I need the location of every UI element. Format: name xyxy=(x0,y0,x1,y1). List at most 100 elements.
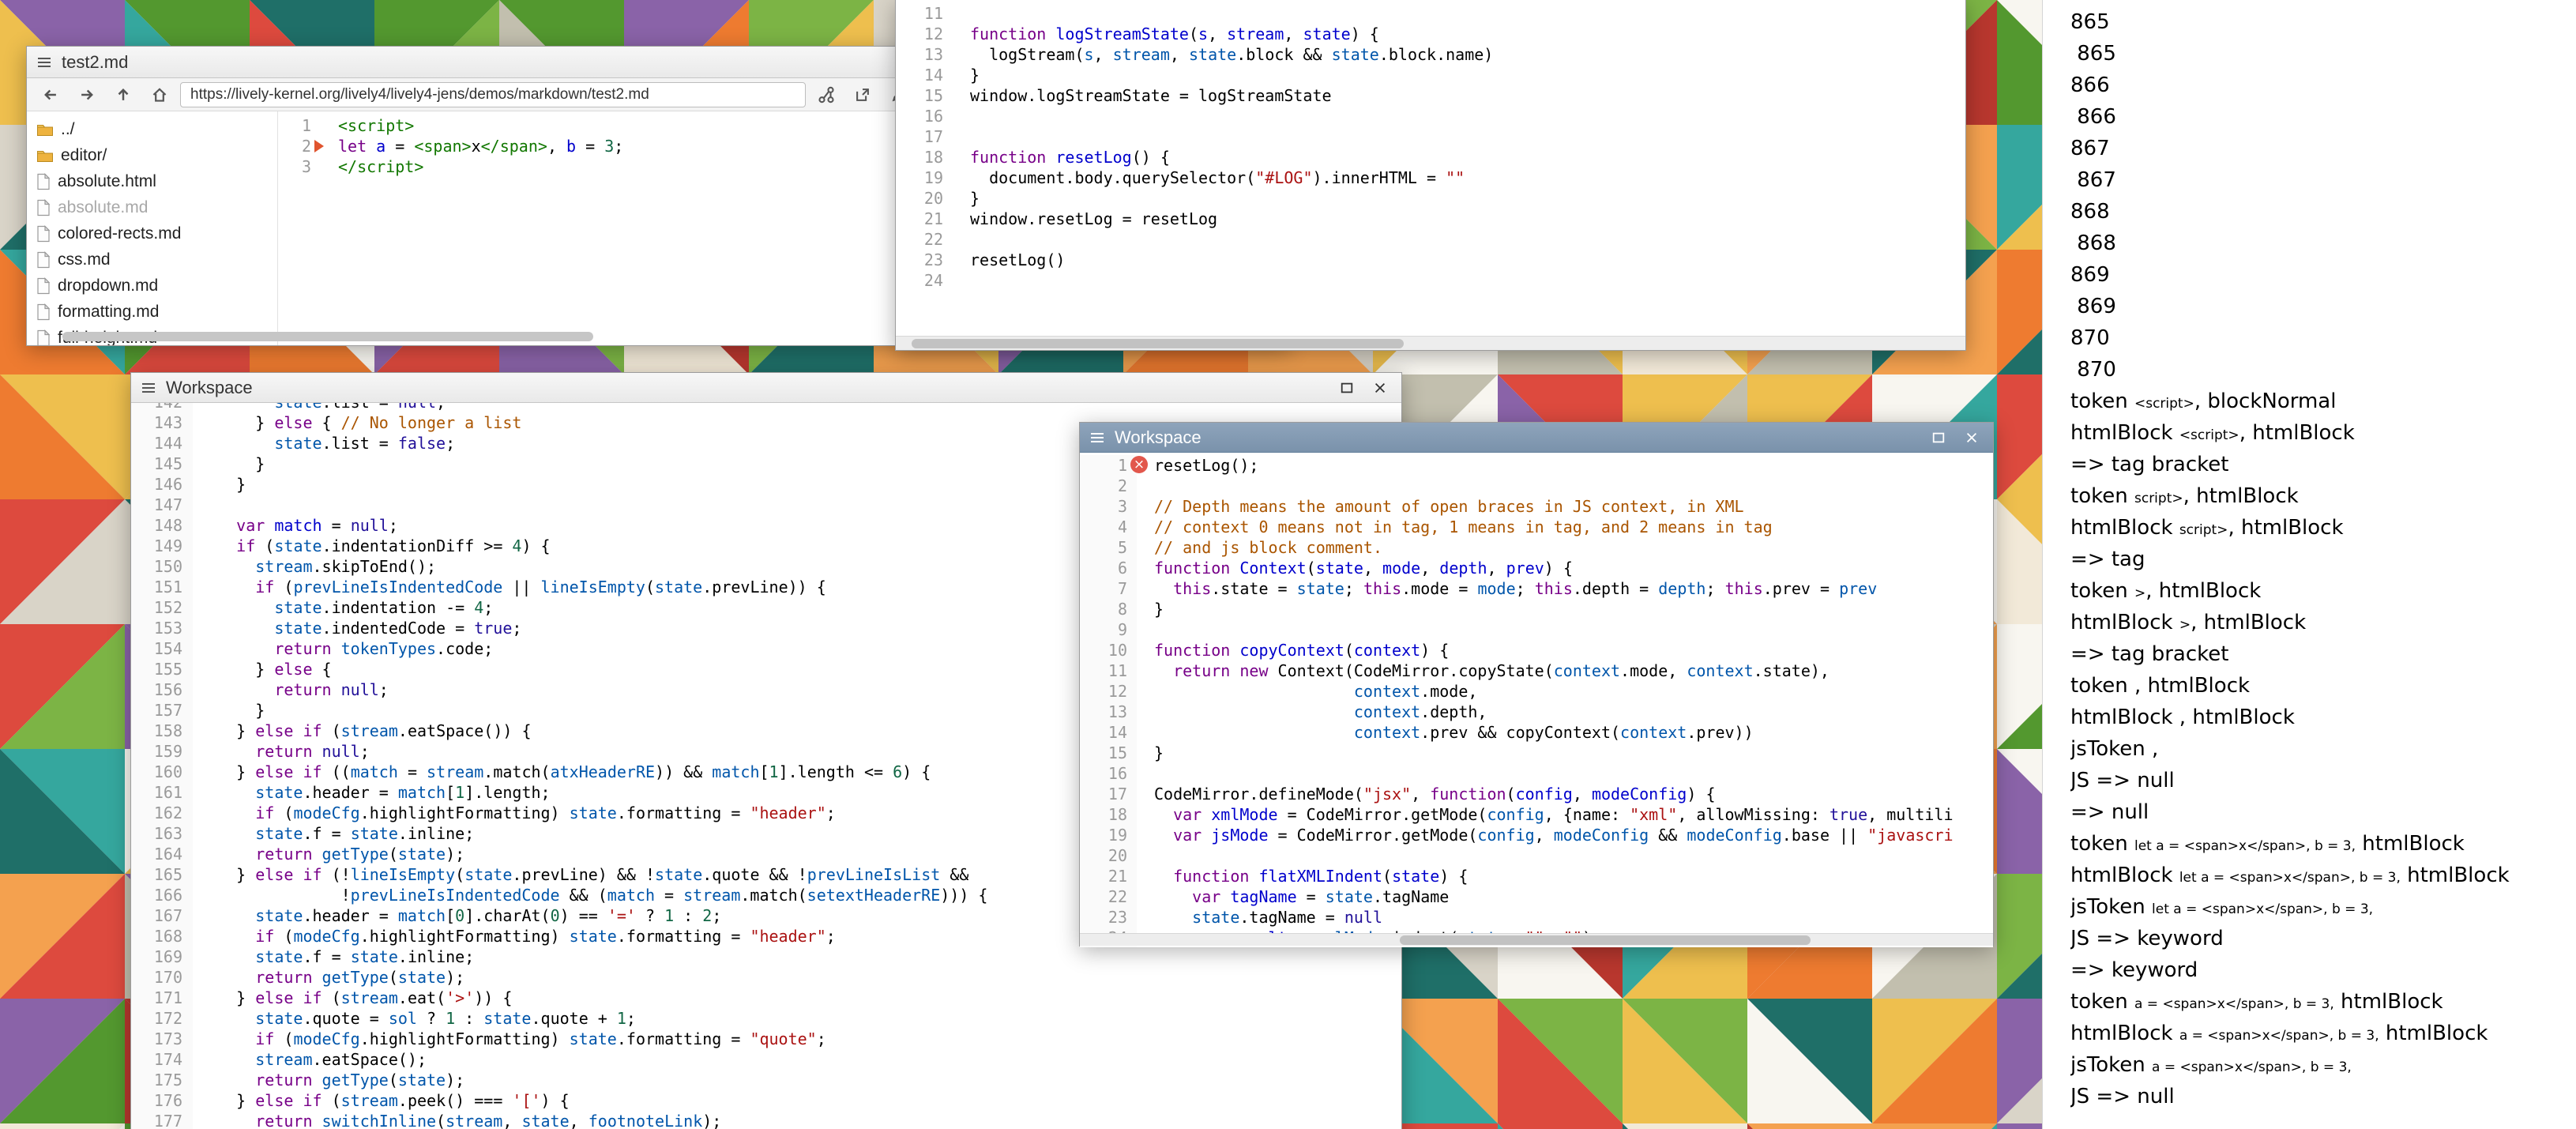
file-item[interactable]: ../ xyxy=(27,116,277,142)
line-number: 145 xyxy=(131,453,193,474)
code-line: 176 } else if (stream.peek() === '[') { xyxy=(131,1090,1401,1111)
forward-button[interactable] xyxy=(71,81,103,108)
code-text xyxy=(951,106,970,126)
code-text: state.tagName = null xyxy=(1137,907,1382,928)
line-number: 169 xyxy=(131,946,193,967)
code-line: 173 if (modeCfg.highlightFormatting) sta… xyxy=(131,1029,1401,1049)
log-line: htmlBlock <script>, htmlBlock xyxy=(2070,417,2576,449)
code-line: 15window.logStreamState = logStreamState xyxy=(896,85,1965,106)
line-number: 16 xyxy=(1080,763,1137,784)
code-text: var xmlMode = CodeMirror.getMode(config,… xyxy=(1137,804,1954,825)
maximize-icon[interactable] xyxy=(1335,376,1359,400)
code-line: 19 document.body.querySelector("#LOG").i… xyxy=(896,167,1965,188)
close-icon[interactable] xyxy=(1960,426,1984,450)
back-button[interactable] xyxy=(35,81,66,108)
code-text: } xyxy=(193,453,265,474)
file-item[interactable]: dropdown.md xyxy=(27,273,277,299)
workspace-right-hscrollbar[interactable] xyxy=(1080,933,1993,946)
code-line: 22 xyxy=(896,229,1965,250)
file-item[interactable]: colored-rects.md xyxy=(27,220,277,246)
log-line: JS => keyword xyxy=(2070,923,2576,954)
code-text: function Context(state, mode, depth, pre… xyxy=(1137,558,1573,578)
code-text: // context 0 means not in tag, 1 means i… xyxy=(1137,517,1773,537)
code-text: state.header = match[0].charAt(0) == '='… xyxy=(193,905,721,926)
line-number: 14 xyxy=(896,65,951,85)
window-menu-icon[interactable] xyxy=(141,381,156,395)
line-number: 148 xyxy=(131,515,193,536)
code-text: context.prev && copyContext(context.prev… xyxy=(1137,722,1754,743)
log-line: htmlBlock , htmlBlock xyxy=(2070,702,2576,733)
home-button[interactable] xyxy=(144,81,175,108)
close-icon[interactable] xyxy=(1368,376,1392,400)
workspace-left-title-bar[interactable]: Workspace xyxy=(131,373,1401,403)
code-line: 7 this.state = state; this.mode = mode; … xyxy=(1080,578,1993,599)
line-number: 166 xyxy=(131,885,193,905)
log-line: 868 xyxy=(2070,228,2576,259)
open-external-button[interactable] xyxy=(847,81,878,108)
code-text: function flatXMLIndent(state) { xyxy=(1137,866,1468,886)
line-number: 23 xyxy=(1080,907,1137,928)
line-number: 14 xyxy=(1080,722,1137,743)
file-item[interactable]: absolute.html xyxy=(27,168,277,194)
code-text: </script> xyxy=(322,156,423,177)
workspace-right-hscrollbar-thumb[interactable] xyxy=(1400,935,1811,945)
log-line: token <script>, blockNormal xyxy=(2070,386,2576,417)
bookmark-icon[interactable] xyxy=(314,140,324,152)
code-text: } else { xyxy=(193,659,332,679)
file-item[interactable]: editor/ xyxy=(27,142,277,168)
code-text: state.header = match[1].length; xyxy=(193,782,551,803)
line-number: 163 xyxy=(131,823,193,844)
code-line: 22 var tagName = state.tagName xyxy=(1080,886,1993,907)
line-number: 9 xyxy=(1080,619,1137,640)
modules-button[interactable] xyxy=(810,81,842,108)
line-number: 173 xyxy=(131,1029,193,1049)
maximize-icon[interactable] xyxy=(1927,426,1950,450)
up-button[interactable] xyxy=(107,81,139,108)
window-title: Workspace xyxy=(166,378,1326,398)
line-number: 142 xyxy=(131,403,193,412)
line-number: 168 xyxy=(131,926,193,946)
code-line: 16 xyxy=(1080,763,1993,784)
code-line: 174 stream.eatSpace(); xyxy=(131,1049,1401,1070)
window-workspace-right: Workspace 1resetLog();×23// Depth means … xyxy=(1079,422,1994,946)
snippet-hscrollbar-thumb[interactable] xyxy=(912,339,1404,348)
line-number: 147 xyxy=(131,495,193,515)
line-number: 172 xyxy=(131,1008,193,1029)
file-item[interactable]: formatting.md xyxy=(27,299,277,325)
line-number: 157 xyxy=(131,700,193,721)
file-item[interactable]: css.md xyxy=(27,246,277,273)
code-text: return getType(state); xyxy=(193,967,464,988)
window-menu-icon[interactable] xyxy=(36,55,52,70)
file-item[interactable]: absolute.md xyxy=(27,194,277,220)
file-name: dropdown.md xyxy=(58,277,158,295)
error-icon[interactable]: × xyxy=(1130,456,1148,473)
editor-hscrollbar-thumb[interactable] xyxy=(62,332,593,341)
log-panel: 865 865866 866867 867868 868869 869870 8… xyxy=(2042,0,2576,1129)
line-number: 177 xyxy=(131,1111,193,1129)
code-text: function logStreamState(s, stream, state… xyxy=(951,24,1379,44)
line-number: 155 xyxy=(131,659,193,679)
log-line: 867 xyxy=(2070,164,2576,196)
workspace-right-editor[interactable]: 1resetLog();×23// Depth means the amount… xyxy=(1080,453,1993,947)
line-number: 22 xyxy=(1080,886,1137,907)
code-text: function copyContext(context) { xyxy=(1137,640,1449,660)
line-number: 165 xyxy=(131,864,193,885)
code-text: !prevLineIsIndentedCode && (match = stre… xyxy=(193,885,987,905)
code-line: 3// Depth means the amount of open brace… xyxy=(1080,496,1993,517)
line-number: 2 xyxy=(1080,476,1137,496)
file-icon xyxy=(36,225,51,243)
snippet-editor[interactable]: 1112function logStreamState(s, stream, s… xyxy=(896,0,1965,337)
code-line: 21window.resetLog = resetLog xyxy=(896,209,1965,229)
window-menu-icon[interactable] xyxy=(1089,431,1105,445)
line-number: 11 xyxy=(1080,660,1137,681)
workspace-right-title-bar[interactable]: Workspace xyxy=(1080,423,1993,453)
url-input[interactable] xyxy=(180,82,806,107)
line-number: 17 xyxy=(896,126,951,147)
code-line: 18 var xmlMode = CodeMirror.getMode(conf… xyxy=(1080,804,1993,825)
code-line: 11 return new Context(CodeMirror.copySta… xyxy=(1080,660,1993,681)
code-text: state.f = state.inline; xyxy=(193,946,474,967)
line-number: 7 xyxy=(1080,578,1137,599)
line-number: 174 xyxy=(131,1049,193,1070)
snippet-hscrollbar[interactable] xyxy=(896,336,1965,350)
code-text: // Depth means the amount of open braces… xyxy=(1137,496,1744,517)
